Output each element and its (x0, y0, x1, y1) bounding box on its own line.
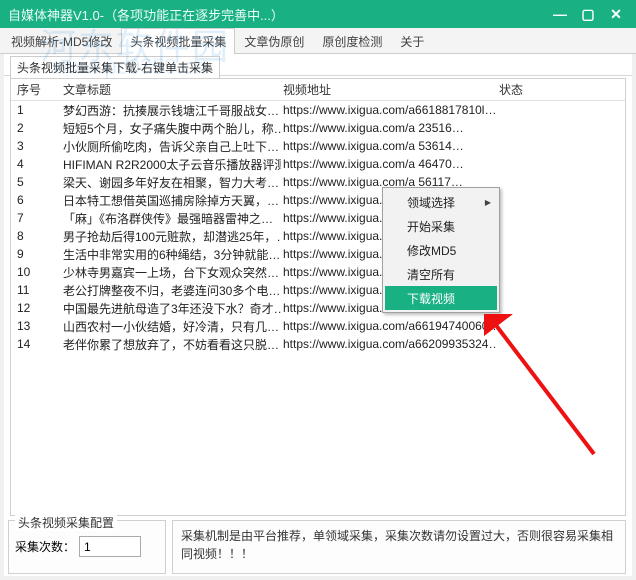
cell-title: 小伙厕所偷吃肉，告诉父亲自己上吐下… (61, 138, 281, 155)
cell-title: 男子抢劫后得100元赃款，却潜逃25年，… (61, 228, 281, 245)
cell-title: 山西农村一小伙结婚，好冷清，只有几… (61, 318, 281, 335)
cell-index: 8 (11, 229, 61, 243)
table-row[interactable]: 13山西农村一小伙结婚，好冷清，只有几…https://www.ixigua.c… (11, 317, 625, 335)
menu-item-clear-all[interactable]: 清空所有 (385, 262, 497, 286)
tab-article-pseudo[interactable]: 文章伪原创 (235, 28, 313, 54)
cell-title: 日本特工想借英国巡捕房除掉方天翼，… (61, 192, 281, 209)
cell-index: 2 (11, 121, 61, 135)
subtab-collect-download[interactable]: 头条视频批量采集下载-右键单击采集 (10, 56, 220, 79)
minimize-button[interactable]: — (546, 3, 574, 25)
table-row[interactable]: 2短短5个月，女子痛失腹中两个胎儿，称…https://www.ixigua.c… (11, 119, 625, 137)
cell-index: 7 (11, 211, 61, 225)
config-panel: 头条视频采集配置 采集次数： 采集机制是由平台推荐，单领域采集，采集次数请勿设置… (8, 520, 626, 574)
cell-index: 5 (11, 175, 61, 189)
collect-count-label: 采集次数： (15, 538, 75, 555)
col-header-status[interactable]: 状态 (497, 81, 625, 98)
col-header-title[interactable]: 文章标题 (61, 81, 281, 98)
cell-index: 14 (11, 337, 61, 351)
cell-index: 10 (11, 265, 61, 279)
table-row[interactable]: 8男子抢劫后得100元赃款，却潜逃25年，…https://www.ixigua… (11, 227, 625, 245)
table-header: 序号 文章标题 视频地址 状态 (11, 79, 625, 101)
cell-url: https://www.ixigua.com/a6618817810l… (281, 103, 497, 117)
cell-title: 老伴你累了想放弃了，不妨看看这只脱… (61, 336, 281, 353)
menu-item-domain-select[interactable]: 领域选择 (385, 190, 497, 214)
table-row[interactable]: 14老伴你累了想放弃了，不妨看看这只脱…https://www.ixigua.c… (11, 335, 625, 353)
window-title: 自媒体神器V1.0-（各项功能正在逐步完善中...） (8, 5, 546, 24)
menu-item-modify-md5[interactable]: 修改MD5 (385, 238, 497, 262)
cell-title: 中国最先进航母造了3年还没下水？奇才… (61, 300, 281, 317)
config-group-title: 头条视频采集配置 (15, 514, 117, 531)
cell-title: 少林寺男嘉宾一上场，台下女观众突然… (61, 264, 281, 281)
cell-url: https://www.ixigua.com/a66194740060… (281, 319, 497, 333)
close-button[interactable]: ✕ (602, 3, 630, 25)
menu-item-start-collect[interactable]: 开始采集 (385, 214, 497, 238)
col-header-index[interactable]: 序号 (11, 81, 61, 98)
cell-url: https://www.ixigua.com/a66209935324… (281, 337, 497, 351)
cell-url: https://www.ixigua.com/a 46470… (281, 157, 497, 171)
context-menu: 领域选择 开始采集 修改MD5 清空所有 下载视频 (382, 187, 500, 313)
cell-title: 「麻」《布洛群侠传》最强暗器雷神之… (61, 210, 281, 227)
table-row[interactable]: 11老公打牌整夜不归，老婆连问30多个电…https://www.ixigua.… (11, 281, 625, 299)
cell-url: https://www.ixigua.com/a 53614… (281, 139, 497, 153)
tab-about[interactable]: 关于 (391, 28, 433, 54)
content-area: 头条视频批量采集下载-右键单击采集 序号 文章标题 视频地址 状态 1梦幻西游：… (4, 54, 632, 576)
main-tabs: 视频解析-MD5修改 头条视频批量采集 文章伪原创 原创度检测 关于 (0, 28, 636, 54)
cell-title: HIFIMAN R2R2000太子云音乐播放器评测… (61, 156, 281, 173)
cell-index: 13 (11, 319, 61, 333)
config-note: 采集机制是由平台推荐，单领域采集，采集次数请勿设置过大，否则很容易采集相同视频！… (172, 520, 626, 574)
table-row[interactable]: 4HIFIMAN R2R2000太子云音乐播放器评测…https://www.i… (11, 155, 625, 173)
table-row[interactable]: 10少林寺男嘉宾一上场，台下女观众突然…https://www.ixigua.c… (11, 263, 625, 281)
cell-title: 梁天、谢园多年好友在相聚，智力大考… (61, 174, 281, 191)
cell-title: 生活中非常实用的6种绳结，3分钟就能… (61, 246, 281, 263)
cell-index: 1 (11, 103, 61, 117)
cell-index: 12 (11, 301, 61, 315)
cell-index: 11 (11, 283, 61, 297)
table-row[interactable]: 7「麻」《布洛群侠传》最强暗器雷神之…https://www.ixigua.co… (11, 209, 625, 227)
cell-title: 老公打牌整夜不归，老婆连问30多个电… (61, 282, 281, 299)
video-table: 序号 文章标题 视频地址 状态 1梦幻西游：抗揍展示钱塘江千哥服战女…https… (10, 78, 626, 516)
titlebar: 自媒体神器V1.0-（各项功能正在逐步完善中...） — ▢ ✕ (0, 0, 636, 28)
tab-originality-check[interactable]: 原创度检测 (313, 28, 391, 54)
cell-title: 梦幻西游：抗揍展示钱塘江千哥服战女… (61, 102, 281, 119)
cell-index: 3 (11, 139, 61, 153)
cell-title: 短短5个月，女子痛失腹中两个胎儿，称… (61, 120, 281, 137)
table-row[interactable]: 3小伙厕所偷吃肉，告诉父亲自己上吐下…https://www.ixigua.co… (11, 137, 625, 155)
cell-url: https://www.ixigua.com/a 23516… (281, 121, 497, 135)
collect-count-input[interactable] (79, 536, 141, 557)
table-row[interactable]: 12中国最先进航母造了3年还没下水？奇才…https://www.ixigua.… (11, 299, 625, 317)
cell-index: 6 (11, 193, 61, 207)
cell-index: 9 (11, 247, 61, 261)
table-row[interactable]: 5梁天、谢园多年好友在相聚，智力大考…https://www.ixigua.co… (11, 173, 625, 191)
tab-toutiao-collect[interactable]: 头条视频批量采集 (121, 28, 235, 54)
subtab-row: 头条视频批量采集下载-右键单击采集 (4, 54, 632, 76)
config-group: 头条视频采集配置 采集次数： (8, 520, 166, 574)
table-row[interactable]: 9生活中非常实用的6种绳结，3分钟就能…https://www.ixigua.c… (11, 245, 625, 263)
col-header-url[interactable]: 视频地址 (281, 81, 497, 98)
maximize-button[interactable]: ▢ (574, 3, 602, 25)
cell-index: 4 (11, 157, 61, 171)
tab-video-parse[interactable]: 视频解析-MD5修改 (2, 28, 121, 54)
table-row[interactable]: 6日本特工想借英国巡捕房除掉方天翼，…https://www.ixigua.co… (11, 191, 625, 209)
table-row[interactable]: 1梦幻西游：抗揍展示钱塘江千哥服战女…https://www.ixigua.co… (11, 101, 625, 119)
table-body: 1梦幻西游：抗揍展示钱塘江千哥服战女…https://www.ixigua.co… (11, 101, 625, 353)
menu-item-download-video[interactable]: 下载视频 (385, 286, 497, 310)
